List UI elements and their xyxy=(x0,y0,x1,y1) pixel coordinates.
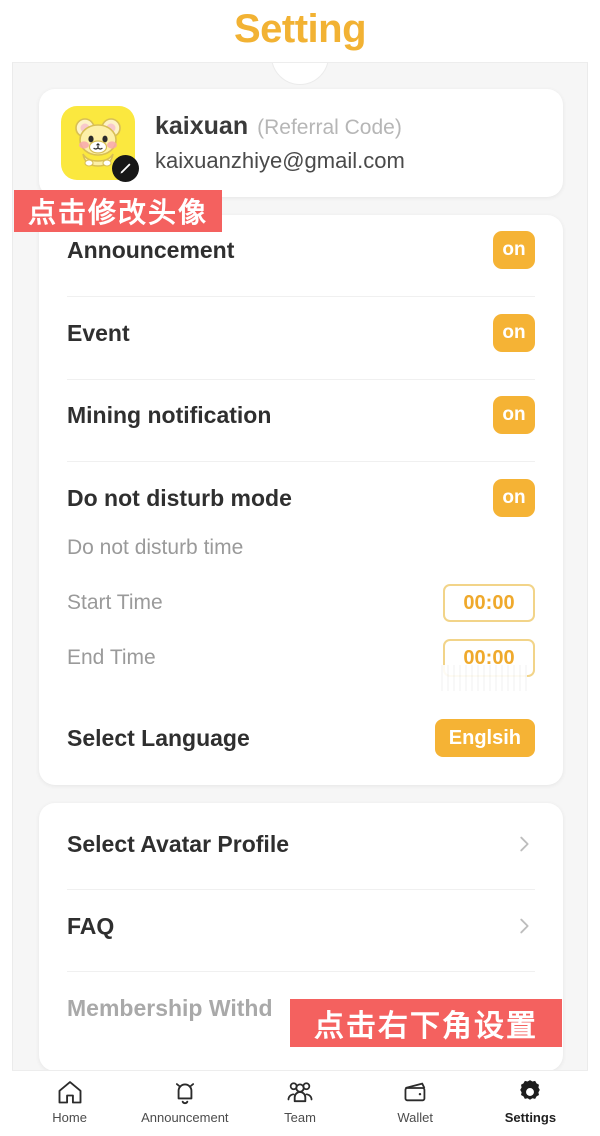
chevron-right-icon xyxy=(513,915,535,937)
nav-item-team[interactable]: Team xyxy=(242,1071,357,1125)
start-time-label: Start Time xyxy=(67,591,163,614)
do-not-disturb-time-label: Do not disturb time xyxy=(67,536,244,559)
row-do-not-disturb-mode[interactable]: Do not disturb mode on xyxy=(39,475,563,521)
row-mining-notification-label: Mining notification xyxy=(67,401,272,428)
row-announcement[interactable]: Announcement on xyxy=(39,227,563,273)
edit-avatar-button[interactable] xyxy=(112,155,139,182)
profile-card[interactable]: kaixuan (Referral Code) kaixuanzhiye@gma… xyxy=(39,89,563,197)
divider xyxy=(67,971,535,972)
end-time-label: End Time xyxy=(67,646,156,669)
chevron-right-icon xyxy=(513,833,535,855)
row-event[interactable]: Event on xyxy=(39,310,563,356)
pencil-icon xyxy=(120,163,131,174)
bell-icon xyxy=(171,1077,199,1107)
row-select-language[interactable]: Select Language Englsih xyxy=(39,715,563,761)
nav-item-announcement[interactable]: Announcement xyxy=(127,1071,242,1125)
row-faq[interactable]: FAQ xyxy=(39,903,563,949)
row-mining-notification-toggle[interactable]: on xyxy=(493,396,535,434)
row-do-not-disturb-time: Do not disturb time xyxy=(39,525,563,571)
gear-icon xyxy=(516,1077,544,1107)
nav-item-settings[interactable]: Settings xyxy=(473,1071,588,1125)
select-language-value[interactable]: Englsih xyxy=(434,719,535,757)
nav-item-wallet-label: Wallet xyxy=(397,1110,434,1125)
faq-label: FAQ xyxy=(67,912,115,939)
row-mining-notification[interactable]: Mining notification on xyxy=(39,392,563,438)
row-do-not-disturb-mode-toggle[interactable]: on xyxy=(493,479,535,517)
nav-item-team-label: Team xyxy=(284,1110,316,1125)
profile-text: kaixuan (Referral Code) kaixuanzhiye@gma… xyxy=(155,112,405,174)
nav-item-announcement-label: Announcement xyxy=(141,1110,229,1125)
row-select-avatar-profile[interactable]: Select Avatar Profile xyxy=(39,821,563,867)
nav-item-wallet[interactable]: Wallet xyxy=(358,1071,473,1125)
wallet-icon xyxy=(401,1077,430,1107)
referral-code-label: (Referral Code) xyxy=(257,116,402,139)
user-email: kaixuanzhiye@gmail.com xyxy=(155,148,405,173)
people-group-icon xyxy=(285,1077,315,1107)
bottom-navigation: Home Announcement Team Wallet Settings xyxy=(12,1070,588,1136)
divider xyxy=(67,379,535,380)
user-name: kaixuan xyxy=(155,112,249,140)
row-start-time[interactable]: Start Time 00:00 xyxy=(39,580,563,626)
frame-notch xyxy=(271,63,329,85)
row-event-toggle[interactable]: on xyxy=(493,314,535,352)
avatar-wrap[interactable] xyxy=(61,106,139,182)
settings-card: Announcement on Event on Mining notifica… xyxy=(39,215,563,785)
nav-item-settings-label: Settings xyxy=(504,1110,557,1125)
nav-item-home[interactable]: Home xyxy=(12,1071,127,1125)
divider xyxy=(67,461,535,462)
home-icon xyxy=(56,1077,84,1107)
time-picker-artifact xyxy=(441,665,527,691)
select-avatar-profile-label: Select Avatar Profile xyxy=(67,830,290,857)
start-time-input[interactable]: 00:00 xyxy=(443,584,535,622)
row-announcement-toggle[interactable]: on xyxy=(493,231,535,269)
annotation-tap-settings: 点击右下角设置 xyxy=(290,999,562,1047)
page-title: Setting xyxy=(233,7,367,51)
settings-screen: Setting kaixuan (Referral Code) kaixuanz… xyxy=(0,0,600,1136)
row-announcement-label: Announcement xyxy=(67,236,235,263)
nav-item-home-label: Home xyxy=(52,1110,87,1125)
divider xyxy=(67,296,535,297)
select-language-label: Select Language xyxy=(67,724,250,751)
divider xyxy=(67,889,535,890)
row-event-label: Event xyxy=(67,319,130,346)
annotation-change-avatar: 点击修改头像 xyxy=(14,190,222,232)
row-do-not-disturb-mode-label: Do not disturb mode xyxy=(67,484,292,511)
